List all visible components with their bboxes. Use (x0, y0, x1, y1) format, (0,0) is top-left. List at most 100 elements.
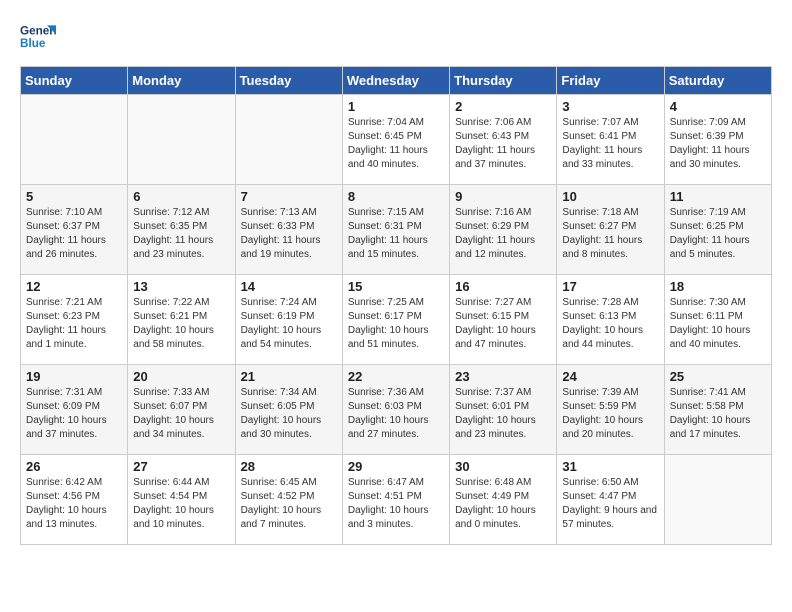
calendar-cell: 20 Sunrise: 7:33 AM Sunset: 6:07 PM Dayli… (128, 365, 235, 455)
day-info: Sunrise: 6:44 AM Sunset: 4:54 PM Dayligh… (133, 476, 229, 532)
calendar-cell (235, 95, 342, 185)
svg-text:Blue: Blue (20, 37, 46, 50)
day-info: Sunrise: 7:25 AM Sunset: 6:17 PM Dayligh… (348, 296, 444, 352)
day-info: Sunrise: 7:24 AM Sunset: 6:19 PM Dayligh… (241, 296, 337, 352)
day-number: 17 (562, 279, 658, 294)
day-number: 12 (26, 279, 122, 294)
day-info: Sunrise: 6:47 AM Sunset: 4:51 PM Dayligh… (348, 476, 444, 532)
day-info: Sunrise: 7:13 AM Sunset: 6:33 PM Dayligh… (241, 206, 337, 262)
calendar-cell: 18 Sunrise: 7:30 AM Sunset: 6:11 PM Dayli… (664, 275, 771, 365)
day-number: 15 (348, 279, 444, 294)
day-info: Sunrise: 7:27 AM Sunset: 6:15 PM Dayligh… (455, 296, 551, 352)
calendar-cell (21, 95, 128, 185)
calendar-cell: 30 Sunrise: 6:48 AM Sunset: 4:49 PM Dayli… (450, 455, 557, 545)
calendar-cell: 9 Sunrise: 7:16 AM Sunset: 6:29 PM Daylig… (450, 185, 557, 275)
day-info: Sunrise: 6:50 AM Sunset: 4:47 PM Dayligh… (562, 476, 658, 532)
calendar-cell: 23 Sunrise: 7:37 AM Sunset: 6:01 PM Dayli… (450, 365, 557, 455)
day-number: 3 (562, 99, 658, 114)
calendar-cell: 17Sunrise: 7:28 AM Sunset: 6:13 PM Dayli… (557, 275, 664, 365)
day-info: Sunrise: 7:31 AM Sunset: 6:09 PM Dayligh… (26, 386, 122, 442)
day-number: 18 (670, 279, 766, 294)
calendar-cell: 24Sunrise: 7:39 AM Sunset: 5:59 PM Dayli… (557, 365, 664, 455)
day-info: Sunrise: 6:42 AM Sunset: 4:56 PM Dayligh… (26, 476, 122, 532)
day-number: 2 (455, 99, 551, 114)
day-info: Sunrise: 7:18 AM Sunset: 6:27 PM Dayligh… (562, 206, 658, 262)
logo-icon: GeneralBlue (20, 20, 56, 56)
day-info: Sunrise: 7:09 AM Sunset: 6:39 PM Dayligh… (670, 116, 766, 172)
day-number: 31 (562, 459, 658, 474)
day-info: Sunrise: 7:06 AM Sunset: 6:43 PM Dayligh… (455, 116, 551, 172)
day-info: Sunrise: 7:21 AM Sunset: 6:23 PM Dayligh… (26, 296, 122, 352)
day-number: 21 (241, 369, 337, 384)
calendar-cell: 2 Sunrise: 7:06 AM Sunset: 6:43 PM Daylig… (450, 95, 557, 185)
calendar-cell: 8 Sunrise: 7:15 AM Sunset: 6:31 PM Daylig… (342, 185, 449, 275)
calendar-cell: 5 Sunrise: 7:10 AM Sunset: 6:37 PM Daylig… (21, 185, 128, 275)
calendar-cell: 28 Sunrise: 6:45 AM Sunset: 4:52 PM Dayli… (235, 455, 342, 545)
calendar-cell (128, 95, 235, 185)
logo: GeneralBlue (20, 20, 56, 56)
calendar-cell: 7 Sunrise: 7:13 AM Sunset: 6:33 PM Daylig… (235, 185, 342, 275)
day-info: Sunrise: 7:22 AM Sunset: 6:21 PM Dayligh… (133, 296, 229, 352)
day-number: 6 (133, 189, 229, 204)
day-info: Sunrise: 7:30 AM Sunset: 6:11 PM Dayligh… (670, 296, 766, 352)
day-number: 24 (562, 369, 658, 384)
calendar-cell: 25 Sunrise: 7:41 AM Sunset: 5:58 PM Dayli… (664, 365, 771, 455)
calendar-cell: 19Sunrise: 7:31 AM Sunset: 6:09 PM Dayli… (21, 365, 128, 455)
day-number: 26 (26, 459, 122, 474)
weekday-header: Thursday (450, 67, 557, 95)
calendar-cell: 4 Sunrise: 7:09 AM Sunset: 6:39 PM Daylig… (664, 95, 771, 185)
day-number: 9 (455, 189, 551, 204)
day-info: Sunrise: 7:10 AM Sunset: 6:37 PM Dayligh… (26, 206, 122, 262)
day-info: Sunrise: 7:16 AM Sunset: 6:29 PM Dayligh… (455, 206, 551, 262)
day-number: 10 (562, 189, 658, 204)
calendar-cell: 15 Sunrise: 7:25 AM Sunset: 6:17 PM Dayli… (342, 275, 449, 365)
day-number: 13 (133, 279, 229, 294)
day-info: Sunrise: 6:48 AM Sunset: 4:49 PM Dayligh… (455, 476, 551, 532)
calendar-cell: 29 Sunrise: 6:47 AM Sunset: 4:51 PM Dayli… (342, 455, 449, 545)
weekday-header: Tuesday (235, 67, 342, 95)
day-info: Sunrise: 7:15 AM Sunset: 6:31 PM Dayligh… (348, 206, 444, 262)
day-info: Sunrise: 6:45 AM Sunset: 4:52 PM Dayligh… (241, 476, 337, 532)
day-info: Sunrise: 7:41 AM Sunset: 5:58 PM Dayligh… (670, 386, 766, 442)
calendar-cell: 13 Sunrise: 7:22 AM Sunset: 6:21 PM Dayli… (128, 275, 235, 365)
day-info: Sunrise: 7:37 AM Sunset: 6:01 PM Dayligh… (455, 386, 551, 442)
calendar-cell: 6 Sunrise: 7:12 AM Sunset: 6:35 PM Daylig… (128, 185, 235, 275)
header: GeneralBlue (20, 20, 772, 56)
day-number: 20 (133, 369, 229, 384)
calendar-cell: 16 Sunrise: 7:27 AM Sunset: 6:15 PM Dayli… (450, 275, 557, 365)
calendar-cell: 31 Sunrise: 6:50 AM Sunset: 4:47 PM Dayli… (557, 455, 664, 545)
calendar-cell: 11 Sunrise: 7:19 AM Sunset: 6:25 PM Dayli… (664, 185, 771, 275)
day-info: Sunrise: 7:12 AM Sunset: 6:35 PM Dayligh… (133, 206, 229, 262)
calendar-cell: 3 Sunrise: 7:07 AM Sunset: 6:41 PM Daylig… (557, 95, 664, 185)
day-number: 29 (348, 459, 444, 474)
calendar-cell: 12 Sunrise: 7:21 AM Sunset: 6:23 PM Dayli… (21, 275, 128, 365)
calendar-cell: 10 Sunrise: 7:18 AM Sunset: 6:27 PM Dayli… (557, 185, 664, 275)
day-info: Sunrise: 7:07 AM Sunset: 6:41 PM Dayligh… (562, 116, 658, 172)
day-number: 28 (241, 459, 337, 474)
calendar-cell: 27 Sunrise: 6:44 AM Sunset: 4:54 PM Dayli… (128, 455, 235, 545)
day-number: 4 (670, 99, 766, 114)
day-number: 22 (348, 369, 444, 384)
calendar-cell (664, 455, 771, 545)
day-info: Sunrise: 7:04 AM Sunset: 6:45 PM Dayligh… (348, 116, 444, 172)
calendar-cell: 26 Sunrise: 6:42 AM Sunset: 4:56 PM Dayli… (21, 455, 128, 545)
day-info: Sunrise: 7:36 AM Sunset: 6:03 PM Dayligh… (348, 386, 444, 442)
day-number: 30 (455, 459, 551, 474)
calendar-table: SundayMondayTuesdayWednesdayThursdayFrid… (20, 66, 772, 545)
day-number: 11 (670, 189, 766, 204)
day-info: Sunrise: 7:19 AM Sunset: 6:25 PM Dayligh… (670, 206, 766, 262)
day-number: 5 (26, 189, 122, 204)
day-number: 7 (241, 189, 337, 204)
weekday-header: Sunday (21, 67, 128, 95)
day-number: 8 (348, 189, 444, 204)
day-number: 25 (670, 369, 766, 384)
day-number: 27 (133, 459, 229, 474)
calendar-cell: 22 Sunrise: 7:36 AM Sunset: 6:03 PM Dayli… (342, 365, 449, 455)
day-number: 14 (241, 279, 337, 294)
day-number: 23 (455, 369, 551, 384)
day-number: 16 (455, 279, 551, 294)
weekday-header: Friday (557, 67, 664, 95)
day-info: Sunrise: 7:33 AM Sunset: 6:07 PM Dayligh… (133, 386, 229, 442)
weekday-header: Monday (128, 67, 235, 95)
calendar-cell: 1Sunrise: 7:04 AM Sunset: 6:45 PM Daylig… (342, 95, 449, 185)
